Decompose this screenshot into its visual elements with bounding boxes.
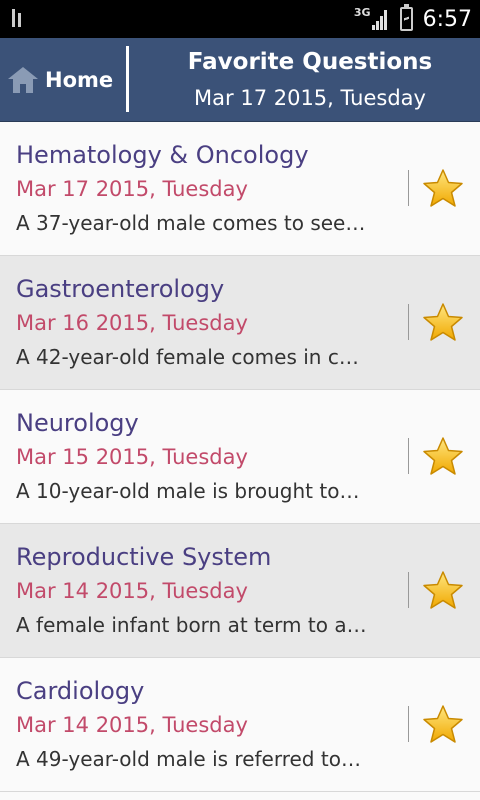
- item-title: Hematology & Oncology: [16, 141, 309, 169]
- item-date: Mar 14 2015, Tuesday: [16, 579, 248, 603]
- list-item[interactable]: Cardiology Mar 14 2015, Tuesday A 49-yea…: [0, 658, 480, 792]
- item-title: Reproductive System: [16, 543, 272, 571]
- star-icon: [423, 437, 463, 475]
- list-item[interactable]: Hematology & Oncology Mar 17 2015, Tuesd…: [0, 122, 480, 256]
- item-snippet: A female infant born at term to a…: [16, 613, 367, 637]
- favorite-star-button[interactable]: [422, 302, 464, 342]
- page-date: Mar 17 2015, Tuesday: [194, 86, 426, 110]
- favorite-star-button[interactable]: [422, 168, 464, 208]
- list-item[interactable]: Gastroenterology Mar 16 2015, Tuesday A …: [0, 256, 480, 390]
- item-date: Mar 14 2015, Tuesday: [16, 713, 248, 737]
- item-date: Mar 15 2015, Tuesday: [16, 445, 248, 469]
- page-title: Favorite Questions: [187, 49, 433, 75]
- list-item[interactable]: Neurology Mar 15 2015, Tuesday A 10-year…: [0, 390, 480, 524]
- item-divider: [408, 572, 409, 608]
- star-icon: [423, 705, 463, 743]
- home-button[interactable]: Home: [0, 38, 126, 122]
- home-label: Home: [45, 68, 114, 92]
- star-icon: [423, 169, 463, 207]
- network-type-label: 3G: [353, 5, 371, 19]
- home-icon: [8, 67, 38, 93]
- signal-icon: [371, 8, 390, 30]
- item-snippet: A 42-year-old female comes in c…: [16, 345, 359, 369]
- status-bar: 3G 6:57: [0, 0, 480, 38]
- favorite-star-button[interactable]: [422, 704, 464, 744]
- item-divider: [408, 706, 409, 742]
- item-date: Mar 17 2015, Tuesday: [16, 177, 248, 201]
- item-snippet: A 49-year-old male is referred to…: [16, 747, 361, 771]
- item-title: Cardiology: [16, 677, 145, 705]
- item-date: Mar 16 2015, Tuesday: [16, 311, 248, 335]
- item-title: Neurology: [16, 409, 139, 437]
- app-header: Home Favorite Questions Mar 17 2015, Tue…: [0, 38, 480, 122]
- item-divider: [408, 304, 409, 340]
- clock: 6:57: [422, 6, 472, 32]
- favorite-star-button[interactable]: [422, 570, 464, 610]
- item-snippet: A 10-year-old male is brought to…: [16, 479, 360, 503]
- notification-icon: [10, 7, 34, 29]
- header-divider: [126, 46, 129, 112]
- item-divider: [408, 438, 409, 474]
- item-snippet: A 37-year-old male comes to see…: [16, 211, 366, 235]
- star-icon: [423, 571, 463, 609]
- favorites-list: Hematology & Oncology Mar 17 2015, Tuesd…: [0, 122, 480, 792]
- item-title: Gastroenterology: [16, 275, 225, 303]
- list-item[interactable]: Reproductive System Mar 14 2015, Tuesday…: [0, 524, 480, 658]
- battery-icon: [399, 4, 413, 31]
- favorite-star-button[interactable]: [422, 436, 464, 476]
- star-icon: [423, 303, 463, 341]
- item-divider: [408, 170, 409, 206]
